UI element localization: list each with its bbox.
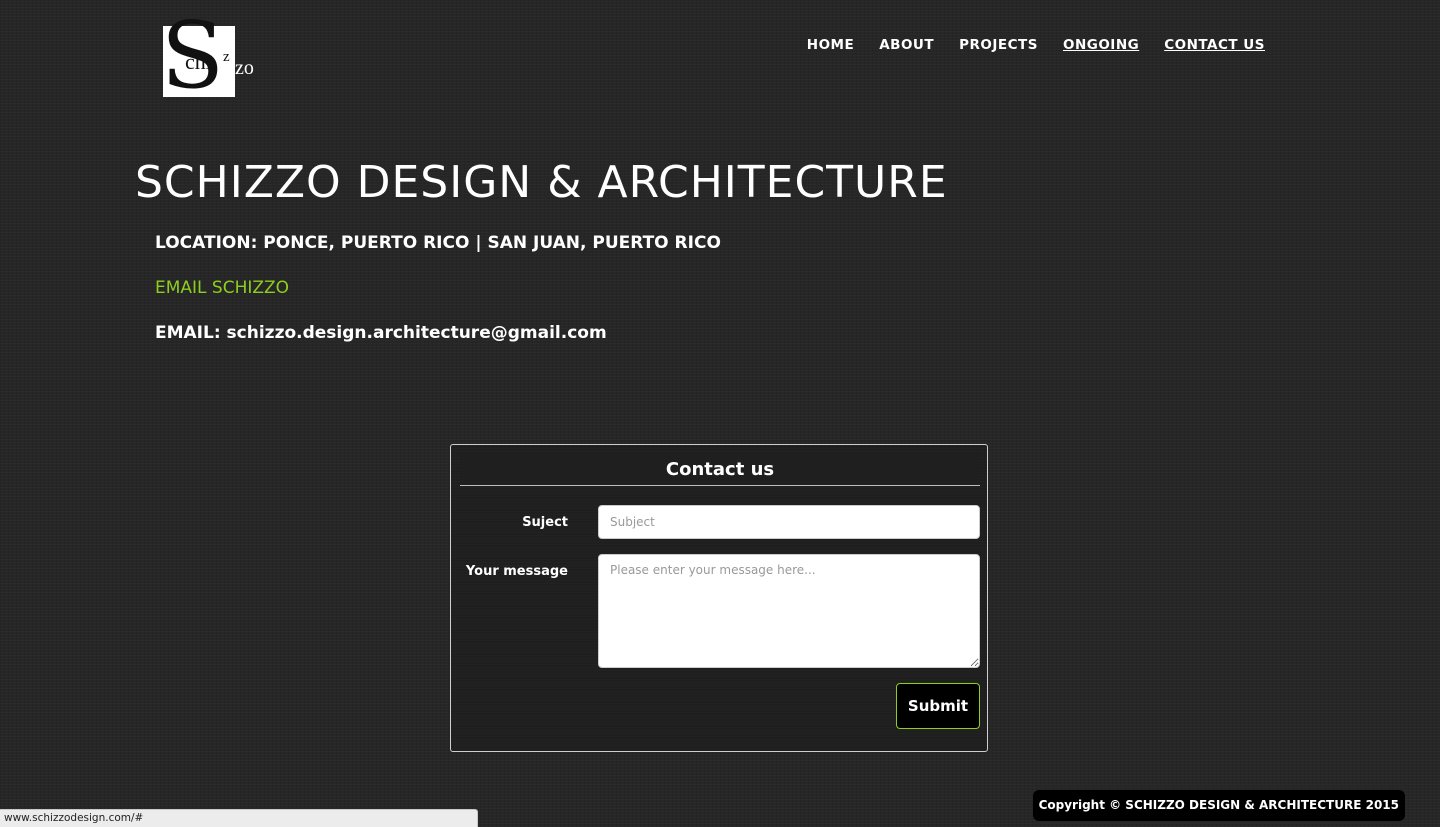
nav-item-contact-us[interactable]: CONTACT US (1164, 36, 1265, 54)
logo-text-zo: zo (235, 57, 254, 79)
logo-text-chi: chi (185, 49, 212, 74)
subject-input[interactable] (598, 505, 980, 539)
copyright-badge: Copyright © SCHIZZO DESIGN & ARCHITECTUR… (1032, 790, 1405, 821)
site-logo[interactable]: S chi z zo (161, 10, 263, 102)
logo-text-z: z (223, 49, 230, 65)
browser-status-bar: www.schizzodesign.com/# (0, 809, 478, 827)
nav-item-projects[interactable]: PROJECTS (959, 36, 1038, 54)
subject-label: Suject (522, 515, 568, 530)
nav-item-ongoing[interactable]: ONGOING (1063, 36, 1139, 54)
location-text: LOCATION: PONCE, PUERTO RICO | SAN JUAN,… (155, 233, 721, 253)
contact-form-panel: Contact us Suject Your message Submit (450, 444, 988, 752)
nav-item-home[interactable]: HOME (807, 36, 854, 54)
page-title: SCHIZZO DESIGN & ARCHITECTURE (135, 157, 948, 208)
email-schizzo-link[interactable]: EMAIL SCHIZZO (155, 277, 289, 299)
message-textarea[interactable] (598, 554, 980, 668)
submit-button[interactable]: Submit (896, 683, 980, 729)
main-nav: HOME ABOUT PROJECTS ONGOING CONTACT US (782, 36, 1265, 54)
email-address-text: EMAIL: schizzo.design.architecture@gmail… (155, 323, 607, 343)
nav-item-about[interactable]: ABOUT (879, 36, 934, 54)
contact-form-heading: Contact us (460, 454, 980, 486)
message-label: Your message (465, 564, 568, 579)
